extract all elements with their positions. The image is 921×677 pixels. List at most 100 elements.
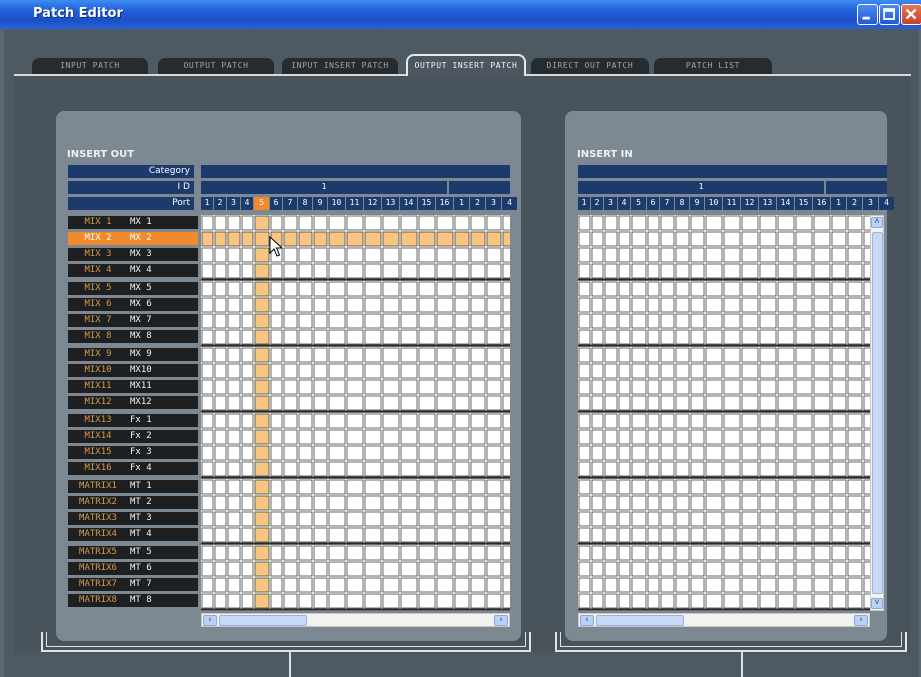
patch-cell[interactable] xyxy=(436,527,454,543)
patch-cell[interactable] xyxy=(364,413,382,429)
patch-cell[interactable] xyxy=(690,593,705,609)
patch-cell[interactable] xyxy=(214,429,227,445)
patch-cell[interactable] xyxy=(241,445,254,461)
patch-cell[interactable] xyxy=(214,379,227,395)
patch-cell[interactable] xyxy=(241,495,254,511)
patch-cell[interactable] xyxy=(831,281,847,297)
patch-cell[interactable] xyxy=(631,577,647,593)
patch-cell[interactable] xyxy=(486,297,502,313)
patch-cell[interactable] xyxy=(660,215,675,231)
patch-cell[interactable] xyxy=(578,395,591,411)
patch-cell[interactable] xyxy=(201,461,214,477)
patch-cell[interactable] xyxy=(400,395,418,411)
patch-cell[interactable] xyxy=(400,577,418,593)
patch-cell[interactable] xyxy=(270,329,283,345)
patch-cell[interactable] xyxy=(741,593,759,609)
patch-cell[interactable] xyxy=(313,231,328,247)
patch-cell[interactable] xyxy=(400,413,418,429)
patch-cell[interactable] xyxy=(591,329,604,345)
patch-cell[interactable] xyxy=(705,527,723,543)
patch-cell[interactable] xyxy=(283,413,298,429)
patch-cell[interactable] xyxy=(502,231,510,247)
patch-cell[interactable] xyxy=(400,297,418,313)
patch-cell[interactable] xyxy=(578,561,591,577)
patch-cell[interactable] xyxy=(660,347,675,363)
patch-cell[interactable] xyxy=(227,561,241,577)
patch-cell[interactable] xyxy=(313,545,328,561)
patch-cell[interactable] xyxy=(201,511,214,527)
insert-out-row-label[interactable]: MIX 4 MX 4 xyxy=(68,264,198,277)
patch-cell[interactable] xyxy=(705,461,723,477)
patch-cell[interactable] xyxy=(647,247,660,263)
patch-cell[interactable] xyxy=(214,511,227,527)
patch-cell[interactable] xyxy=(660,577,675,593)
patch-cell[interactable] xyxy=(660,413,675,429)
patch-cell[interactable] xyxy=(382,527,400,543)
patch-cell[interactable] xyxy=(741,511,759,527)
patch-cell[interactable] xyxy=(604,429,618,445)
patch-cell[interactable] xyxy=(705,347,723,363)
patch-cell[interactable] xyxy=(241,545,254,561)
patch-cell[interactable] xyxy=(436,379,454,395)
patch-cell[interactable] xyxy=(578,495,591,511)
patch-cell[interactable] xyxy=(777,413,795,429)
patch-cell[interactable] xyxy=(328,281,346,297)
patch-cell[interactable] xyxy=(705,263,723,279)
insert-out-row-label[interactable]: MIX16 Fx 4 xyxy=(68,462,198,475)
patch-cell[interactable] xyxy=(631,231,647,247)
patch-cell[interactable] xyxy=(847,347,863,363)
insert-in-hscrollbar[interactable]: ‹ › xyxy=(578,613,870,627)
patch-cell[interactable] xyxy=(660,593,675,609)
patch-cell[interactable] xyxy=(578,281,591,297)
scroll-thumb[interactable] xyxy=(219,615,307,626)
patch-cell[interactable] xyxy=(227,445,241,461)
patch-cell[interactable] xyxy=(777,511,795,527)
patch-cell[interactable] xyxy=(227,379,241,395)
patch-cell[interactable] xyxy=(486,395,502,411)
patch-cell[interactable] xyxy=(741,263,759,279)
patch-cell[interactable] xyxy=(382,545,400,561)
patch-cell[interactable] xyxy=(502,413,510,429)
patch-cell[interactable] xyxy=(486,527,502,543)
patch-cell[interactable] xyxy=(604,329,618,345)
patch-cell[interactable] xyxy=(741,297,759,313)
patch-cell[interactable] xyxy=(241,231,254,247)
patch-cell[interactable] xyxy=(382,561,400,577)
patch-cell[interactable] xyxy=(283,363,298,379)
patch-cell[interactable] xyxy=(502,215,510,231)
scroll-down-button[interactable]: ˅ xyxy=(871,598,883,609)
patch-cell[interactable] xyxy=(813,247,831,263)
patch-cell[interactable] xyxy=(298,577,313,593)
patch-cell[interactable] xyxy=(777,429,795,445)
insert-out-row-label[interactable]: MATRIX7 MT 7 xyxy=(68,578,198,591)
patch-cell[interactable] xyxy=(604,281,618,297)
patch-cell[interactable] xyxy=(777,545,795,561)
patch-cell[interactable] xyxy=(759,461,777,477)
patch-cell[interactable] xyxy=(201,429,214,445)
patch-cell[interactable] xyxy=(227,479,241,495)
patch-cell[interactable] xyxy=(647,445,660,461)
patch-cell[interactable] xyxy=(660,511,675,527)
patch-cell[interactable] xyxy=(214,297,227,313)
patch-cell[interactable] xyxy=(618,413,631,429)
patch-cell[interactable] xyxy=(227,429,241,445)
patch-cell[interactable] xyxy=(283,577,298,593)
patch-cell[interactable] xyxy=(618,297,631,313)
patch-cell[interactable] xyxy=(470,347,486,363)
patch-cell[interactable] xyxy=(675,495,690,511)
patch-cell[interactable] xyxy=(813,281,831,297)
patch-cell[interactable] xyxy=(831,495,847,511)
patch-cell[interactable] xyxy=(470,445,486,461)
patch-cell[interactable] xyxy=(270,577,283,593)
patch-cell[interactable] xyxy=(741,495,759,511)
patch-cell[interactable] xyxy=(741,561,759,577)
patch-cell[interactable] xyxy=(705,561,723,577)
patch-cell[interactable] xyxy=(328,263,346,279)
insert-out-row-label[interactable]: MIX 3 MX 3 xyxy=(68,248,198,261)
patch-cell[interactable] xyxy=(400,263,418,279)
patch-cell[interactable] xyxy=(227,461,241,477)
patch-cell[interactable] xyxy=(328,479,346,495)
patch-cell[interactable] xyxy=(690,561,705,577)
patch-cell[interactable] xyxy=(631,413,647,429)
patch-cell[interactable] xyxy=(270,263,283,279)
